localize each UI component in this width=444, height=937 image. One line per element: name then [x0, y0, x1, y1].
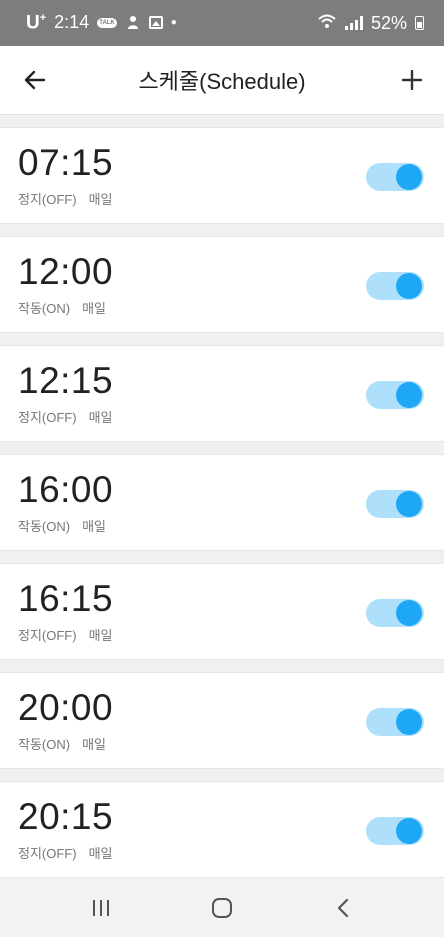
status-left: U+ 2:14 TALK ●	[26, 12, 177, 34]
schedule-time: 12:00	[18, 251, 114, 292]
schedule-item[interactable]: 20:00 작동(ON) 매일	[0, 672, 444, 769]
schedule-meta: 작동(ON) 매일	[18, 516, 106, 535]
schedule-repeat: 매일	[82, 519, 107, 534]
status-time: 2:14	[54, 12, 90, 33]
system-nav-bar	[0, 878, 444, 937]
toggle-knob	[396, 382, 422, 408]
schedule-item[interactable]: 16:15 정지(OFF) 매일	[0, 563, 444, 660]
app-bar: 스케줄(Schedule)	[0, 46, 444, 115]
toggle-knob	[396, 491, 422, 517]
gallery-notification-icon	[148, 16, 163, 30]
schedule-item[interactable]: 16:00 작동(ON) 매일	[0, 454, 444, 551]
schedule-status: 정지(OFF)	[18, 192, 77, 207]
schedule-time: 12:15	[18, 360, 114, 401]
schedule-repeat: 매일	[88, 410, 113, 425]
schedule-time: 20:15	[18, 796, 114, 837]
battery-icon	[415, 16, 424, 30]
schedule-time: 07:15	[18, 142, 114, 183]
schedule-meta: 정지(OFF) 매일	[18, 407, 113, 426]
schedule-repeat: 매일	[88, 628, 113, 643]
schedule-repeat: 매일	[88, 846, 113, 861]
schedule-status: 정지(OFF)	[18, 628, 77, 643]
schedule-toggle[interactable]	[366, 163, 424, 191]
toggle-knob	[396, 600, 422, 626]
chat-notification-icon: TALK	[97, 17, 117, 28]
page-title: 스케줄(Schedule)	[138, 69, 306, 94]
schedule-item[interactable]: 07:15 정지(OFF) 매일	[0, 127, 444, 224]
back-button[interactable]	[24, 62, 60, 98]
nav-recents-button[interactable]	[71, 888, 131, 928]
app-notification-icon	[125, 14, 141, 32]
schedule-toggle[interactable]	[366, 272, 424, 300]
recents-icon	[92, 899, 109, 916]
schedule-toggle[interactable]	[366, 817, 424, 845]
schedule-item[interactable]: 12:00 작동(ON) 매일	[0, 236, 444, 333]
schedule-repeat: 매일	[82, 301, 107, 316]
schedule-toggle[interactable]	[366, 708, 424, 736]
schedule-status: 정지(OFF)	[18, 846, 77, 861]
arrow-left-icon	[24, 70, 46, 90]
schedule-status: 작동(ON)	[18, 519, 71, 534]
schedule-repeat: 매일	[82, 737, 107, 752]
schedule-toggle[interactable]	[366, 490, 424, 518]
schedule-toggle[interactable]	[366, 599, 424, 627]
schedule-meta: 정지(OFF) 매일	[18, 189, 113, 208]
plus-icon	[402, 70, 422, 90]
status-right: 52%	[317, 13, 424, 34]
schedule-meta: 작동(ON) 매일	[18, 734, 106, 753]
nav-home-button[interactable]	[192, 888, 252, 928]
schedule-item[interactable]: 12:15 정지(OFF) 매일	[0, 345, 444, 442]
schedule-list[interactable]: 07:15 정지(OFF) 매일 12:00 작동(ON) 매일 12:15 정…	[0, 115, 444, 878]
schedule-status: 작동(ON)	[18, 737, 71, 752]
nav-back-button[interactable]	[313, 888, 373, 928]
schedule-repeat: 매일	[88, 192, 113, 207]
chevron-left-icon	[338, 898, 349, 917]
more-notifications-icon: ●	[170, 17, 177, 29]
toggle-knob	[396, 709, 422, 735]
schedule-time: 16:15	[18, 578, 114, 619]
schedule-meta: 정지(OFF) 매일	[18, 625, 113, 644]
status-bar: U+ 2:14 TALK ● 52%	[0, 0, 444, 46]
schedule-time: 16:00	[18, 469, 114, 510]
schedule-time: 20:00	[18, 687, 114, 728]
carrier-label: U+	[26, 11, 47, 34]
toggle-knob	[396, 818, 422, 844]
schedule-meta: 정지(OFF) 매일	[18, 843, 113, 862]
home-icon	[211, 897, 232, 918]
schedule-status: 작동(ON)	[18, 301, 71, 316]
signal-icon	[344, 16, 363, 30]
schedule-meta: 작동(ON) 매일	[18, 298, 106, 317]
toggle-knob	[396, 273, 422, 299]
schedule-toggle[interactable]	[366, 381, 424, 409]
toggle-knob	[396, 164, 422, 190]
schedule-item[interactable]: 20:15 정지(OFF) 매일	[0, 781, 444, 878]
wifi-icon	[317, 13, 337, 34]
battery-percent: 52%	[370, 12, 407, 33]
schedule-status: 정지(OFF)	[18, 410, 77, 425]
add-schedule-button[interactable]	[386, 62, 422, 98]
